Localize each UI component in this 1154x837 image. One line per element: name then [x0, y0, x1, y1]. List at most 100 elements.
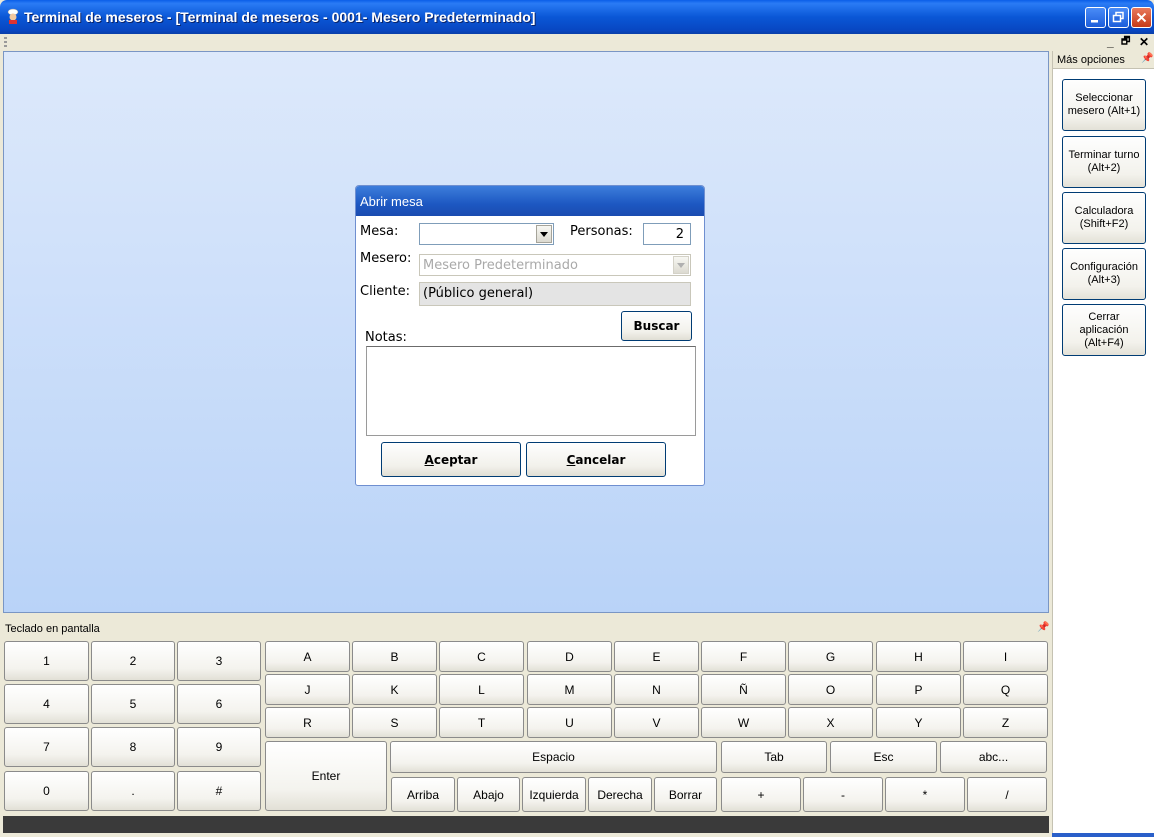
key-period[interactable]: . — [91, 771, 175, 811]
aceptar-mnemonic: A — [424, 452, 434, 467]
key-m[interactable]: M — [527, 674, 612, 705]
key-y[interactable]: Y — [876, 707, 961, 738]
cancelar-mnemonic: C — [566, 452, 576, 467]
key-f[interactable]: F — [701, 641, 786, 672]
mdi-close-button[interactable]: ✕ — [1139, 35, 1149, 49]
notas-label: Notas: — [365, 330, 407, 345]
key-7[interactable]: 7 — [4, 727, 89, 767]
calculadora-button[interactable]: Calculadora (Shift+F2) — [1062, 192, 1146, 244]
key-minus[interactable]: - — [803, 777, 883, 812]
key-j[interactable]: J — [265, 674, 350, 705]
mesa-label: Mesa: — [360, 224, 399, 239]
key-3[interactable]: 3 — [177, 641, 261, 681]
key-arriba[interactable]: Arriba — [391, 777, 455, 812]
cancelar-button[interactable]: Cancelar — [526, 442, 666, 477]
personas-input[interactable]: 2 — [643, 223, 691, 245]
keyboard-panel-title: Teclado en pantalla — [5, 623, 100, 635]
close-button[interactable] — [1131, 7, 1152, 28]
restore-button[interactable] — [1108, 7, 1129, 28]
cerrar-aplicacion-button[interactable]: Cerrar aplicación (Alt+F4) — [1062, 304, 1146, 356]
key-abc[interactable]: abc... — [940, 741, 1047, 773]
status-bar — [3, 816, 1049, 833]
key-w[interactable]: W — [701, 707, 786, 738]
key-4[interactable]: 4 — [4, 684, 89, 724]
key-6[interactable]: 6 — [177, 684, 261, 724]
minimize-icon — [1091, 20, 1098, 23]
keyboard-panel-header: Teclado en pantalla 📌 — [0, 619, 1050, 637]
mdi-minimize-button[interactable]: _ — [1107, 35, 1114, 49]
aceptar-button[interactable]: Aceptar — [381, 442, 521, 477]
key-tab[interactable]: Tab — [721, 741, 827, 773]
dialog-header: Abrir mesa — [356, 186, 704, 216]
key-u[interactable]: U — [527, 707, 612, 738]
notas-textarea[interactable] — [366, 346, 696, 436]
side-panel-title: Más opciones — [1057, 54, 1125, 66]
mdi-restore-button[interactable]: 🗗 — [1121, 35, 1130, 49]
key-x[interactable]: X — [788, 707, 873, 738]
key-borrar[interactable]: Borrar — [654, 777, 717, 812]
key-esc[interactable]: Esc — [830, 741, 937, 773]
mesero-label: Mesero: — [360, 251, 412, 266]
key-espacio[interactable]: Espacio — [390, 741, 717, 773]
close-icon — [1136, 12, 1147, 23]
app-chef-icon — [5, 8, 21, 24]
key-8[interactable]: 8 — [91, 727, 175, 767]
key-h[interactable]: H — [876, 641, 961, 672]
restore-icon — [1112, 11, 1124, 23]
title-bar: Terminal de meseros - [Terminal de meser… — [0, 0, 1154, 34]
mdi-menu-strip: _ 🗗 ✕ — [0, 34, 1154, 50]
key-enye[interactable]: Ñ — [701, 674, 786, 705]
key-0[interactable]: 0 — [4, 771, 89, 811]
key-k[interactable]: K — [352, 674, 437, 705]
minimize-button[interactable] — [1085, 7, 1106, 28]
key-v[interactable]: V — [614, 707, 699, 738]
key-p[interactable]: P — [876, 674, 961, 705]
key-e[interactable]: E — [614, 641, 699, 672]
configuracion-button[interactable]: Configuración (Alt+3) — [1062, 248, 1146, 300]
mesero-value: Mesero Predeterminado — [423, 258, 578, 273]
key-n[interactable]: N — [614, 674, 699, 705]
buscar-button[interactable]: Buscar — [621, 311, 692, 341]
key-c[interactable]: C — [439, 641, 524, 672]
key-plus[interactable]: + — [721, 777, 801, 812]
key-q[interactable]: Q — [963, 674, 1048, 705]
key-slash[interactable]: / — [967, 777, 1047, 812]
key-abajo[interactable]: Abajo — [457, 777, 520, 812]
key-s[interactable]: S — [352, 707, 437, 738]
key-z[interactable]: Z — [963, 707, 1048, 738]
terminar-turno-button[interactable]: Terminar turno (Alt+2) — [1062, 136, 1146, 188]
key-2[interactable]: 2 — [91, 641, 175, 681]
dialog-title: Abrir mesa — [360, 194, 423, 209]
key-l[interactable]: L — [439, 674, 524, 705]
chevron-down-icon[interactable] — [673, 256, 689, 274]
key-5[interactable]: 5 — [91, 684, 175, 724]
key-t[interactable]: T — [439, 707, 524, 738]
mas-opciones-panel: Más opciones 📌 Seleccionar mesero (Alt+1… — [1052, 51, 1154, 837]
pin-icon[interactable]: 📌 — [1037, 622, 1049, 633]
key-o[interactable]: O — [788, 674, 873, 705]
key-derecha[interactable]: Derecha — [588, 777, 652, 812]
chevron-down-icon[interactable] — [536, 225, 552, 243]
key-i[interactable]: I — [963, 641, 1048, 672]
key-g[interactable]: G — [788, 641, 873, 672]
key-asterisk[interactable]: * — [885, 777, 965, 812]
key-r[interactable]: R — [265, 707, 350, 738]
mesero-dropdown[interactable]: Mesero Predeterminado — [419, 254, 691, 276]
key-d[interactable]: D — [527, 641, 612, 672]
seleccionar-mesero-button[interactable]: Seleccionar mesero (Alt+1) — [1062, 79, 1146, 131]
bottom-edge — [1052, 833, 1154, 837]
key-izquierda[interactable]: Izquierda — [522, 777, 586, 812]
key-enter[interactable]: Enter — [265, 741, 387, 811]
key-9[interactable]: 9 — [177, 727, 261, 767]
key-1[interactable]: 1 — [4, 641, 89, 681]
cliente-field: (Público general) — [419, 282, 691, 306]
cancelar-label: ancelar — [575, 452, 626, 467]
key-a[interactable]: A — [265, 641, 350, 672]
toolbar-grip-icon[interactable] — [4, 37, 7, 47]
pin-icon[interactable]: 📌 — [1141, 53, 1153, 64]
mesa-dropdown[interactable] — [419, 223, 554, 245]
key-hash[interactable]: # — [177, 771, 261, 811]
cliente-label: Cliente: — [360, 284, 411, 299]
key-b[interactable]: B — [352, 641, 437, 672]
personas-label: Personas: — [570, 224, 633, 239]
